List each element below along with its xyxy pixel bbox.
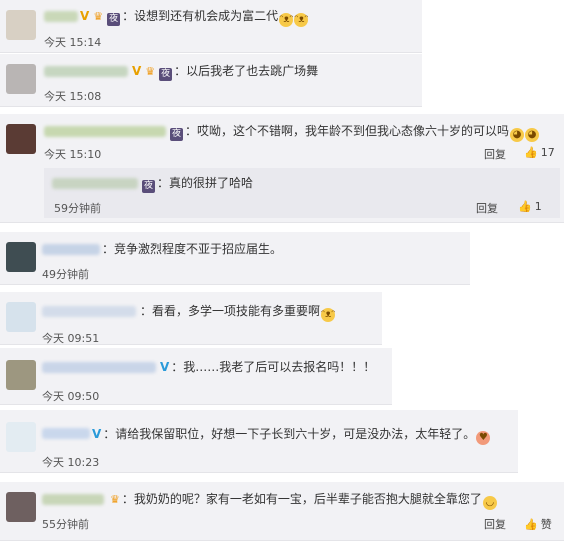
nested-reply: 夜：真的很拼了哈哈 59分钟前 回复 👍 1 [44, 168, 560, 218]
comment-card: ：竞争激烈程度不亚于招应届生。 49分钟前 [0, 232, 470, 285]
cat-emoji-icon: ᵔᴥᵔ [321, 308, 336, 322]
comment-text: ：看看，多学一项技能有多重要啊 [140, 304, 321, 318]
thumb-up-icon: 👍 [524, 518, 538, 531]
comment-text: ：设想到还有机会成为富二代 [122, 9, 279, 23]
reply-text: ：真的很拼了哈哈 [157, 176, 254, 190]
praying-emoji-icon: ♥ [476, 431, 491, 445]
comment-time: 今天 15:08 [44, 90, 102, 103]
thumb-up-icon: 👍 [524, 146, 538, 159]
vip-icon: V [160, 360, 170, 374]
comment-time: 今天 10:23 [42, 456, 100, 469]
username-blurred[interactable] [44, 66, 128, 77]
vip-icon: V [80, 9, 90, 23]
reply-button[interactable]: 回复 [484, 146, 506, 162]
thumb-up-icon: 👍 [518, 200, 532, 213]
avatar[interactable] [6, 124, 36, 154]
comment-line: ♛ ：我奶奶的呢？家有一老如有一宝，后半辈子能否抱大腿就全靠您了 ◡ [108, 491, 497, 510]
username-blurred[interactable] [42, 306, 136, 317]
night-badge-icon: 夜 [170, 128, 183, 141]
like-count: 17 [540, 146, 555, 159]
comment-time: 今天 09:50 [42, 390, 100, 403]
vip-icon: V [92, 427, 102, 441]
smile-emoji-icon: ◡ [482, 496, 497, 510]
avatar[interactable] [6, 10, 36, 40]
crown-icon: ♛ [110, 493, 120, 506]
comment-time: 今天 15:10 [44, 148, 102, 161]
comment-card: V ：请给我保留职位，好想一下子长到六十岁，可是没办法，太年轻了。 ♥ 今天 10:… [0, 410, 518, 473]
like-button[interactable]: 👍 1 [518, 200, 542, 213]
comment-text: ：我奶奶的呢？家有一老如有一宝，后半辈子能否抱大腿就全靠您了 [121, 492, 482, 506]
crown-icon: ♛ [93, 10, 104, 23]
avatar[interactable] [6, 492, 36, 522]
avatar[interactable] [6, 242, 36, 272]
night-badge-icon: 夜 [159, 68, 173, 81]
comment-card: V ♛ 夜：以后我老了也去跳广场舞 今天 15:08 [0, 54, 422, 107]
comment-line: V ：我……我老了后可以去报名吗！！！ [160, 359, 375, 375]
cat-emoji-icon: ᵔᴥᵔ [279, 13, 294, 27]
username-blurred[interactable] [44, 11, 78, 22]
comment-card: V ♛ 夜：设想到还有机会成为富二代ᵔᴥᵔᵔᴥᵔ 今天 15:14 [0, 0, 422, 53]
like-label: 赞 [540, 518, 552, 531]
comment-text: ：竞争激烈程度不亚于招应届生。 [102, 242, 283, 256]
username-blurred[interactable] [52, 178, 138, 189]
cat-emoji-icon: ᵔᴥᵔ [294, 13, 309, 27]
like-button[interactable]: 👍 赞 [524, 516, 552, 532]
comment-line: ：看看，多学一项技能有多重要啊ᵔᴥᵔ [140, 303, 335, 322]
comment-time: 49分钟前 [42, 268, 89, 281]
comment-line: V ♛ 夜：以后我老了也去跳广场舞 [132, 63, 318, 81]
reply-time: 59分钟前 [54, 202, 101, 215]
reply-button[interactable]: 回复 [476, 200, 498, 216]
username-blurred[interactable] [44, 126, 166, 137]
avatar[interactable] [6, 64, 36, 94]
comment-card: ♛ ：我奶奶的呢？家有一老如有一宝，后半辈子能否抱大腿就全靠您了 ◡ 55分钟前 回… [0, 482, 564, 541]
username-blurred[interactable] [42, 362, 156, 373]
avatar[interactable] [6, 302, 36, 332]
night-badge-icon: 夜 [142, 180, 155, 193]
crown-icon: ♛ [145, 65, 156, 78]
username-blurred[interactable] [42, 428, 90, 439]
comment-line: 夜：哎呦，这个不错啊，我年龄不到但我心态像六十岁的可以吗 ◕ ◕ [168, 123, 540, 142]
comment-card: 夜：哎呦，这个不错啊，我年龄不到但我心态像六十岁的可以吗 ◕ ◕ 今天 15:10 … [0, 114, 564, 223]
comment-text: ：哎呦，这个不错啊，我年龄不到但我心态像六十岁的可以吗 [185, 124, 510, 138]
comment-text: ：请给我保留职位，好想一下子长到六十岁，可是没办法，太年轻了。 [103, 427, 476, 441]
comment-line: V ：请给我保留职位，好想一下子长到六十岁，可是没办法，太年轻了。 ♥ [92, 426, 491, 445]
like-button[interactable]: 👍 17 [524, 146, 555, 159]
comment-time: 今天 15:14 [44, 36, 102, 49]
comment-time: 55分钟前 [42, 518, 89, 531]
username-blurred[interactable] [42, 244, 100, 255]
vip-icon: V [132, 64, 142, 78]
comment-time: 今天 09:51 [42, 332, 100, 345]
username-blurred[interactable] [42, 494, 104, 505]
avatar[interactable] [6, 360, 36, 390]
comment-line: V ♛ 夜：设想到还有机会成为富二代ᵔᴥᵔᵔᴥᵔ [80, 8, 309, 27]
laughing-emoji-icon: ◕ [510, 128, 525, 142]
laughing-emoji-icon: ◕ [525, 128, 540, 142]
avatar[interactable] [6, 422, 36, 452]
reply-button[interactable]: 回复 [484, 516, 506, 532]
like-count: 1 [534, 200, 542, 213]
night-badge-icon: 夜 [107, 13, 121, 26]
comment-card: V ：我……我老了后可以去报名吗！！！ 今天 09:50 [0, 348, 392, 405]
comment-text: ：我……我老了后可以去报名吗！！！ [171, 360, 376, 374]
comment-card: ：看看，多学一项技能有多重要啊ᵔᴥᵔ 今天 09:51 [0, 292, 382, 345]
comment-text: ：以后我老了也去跳广场舞 [174, 64, 319, 78]
comment-line: ：竞争激烈程度不亚于招应届生。 [102, 241, 282, 257]
reply-line: 夜：真的很拼了哈哈 [140, 175, 253, 193]
